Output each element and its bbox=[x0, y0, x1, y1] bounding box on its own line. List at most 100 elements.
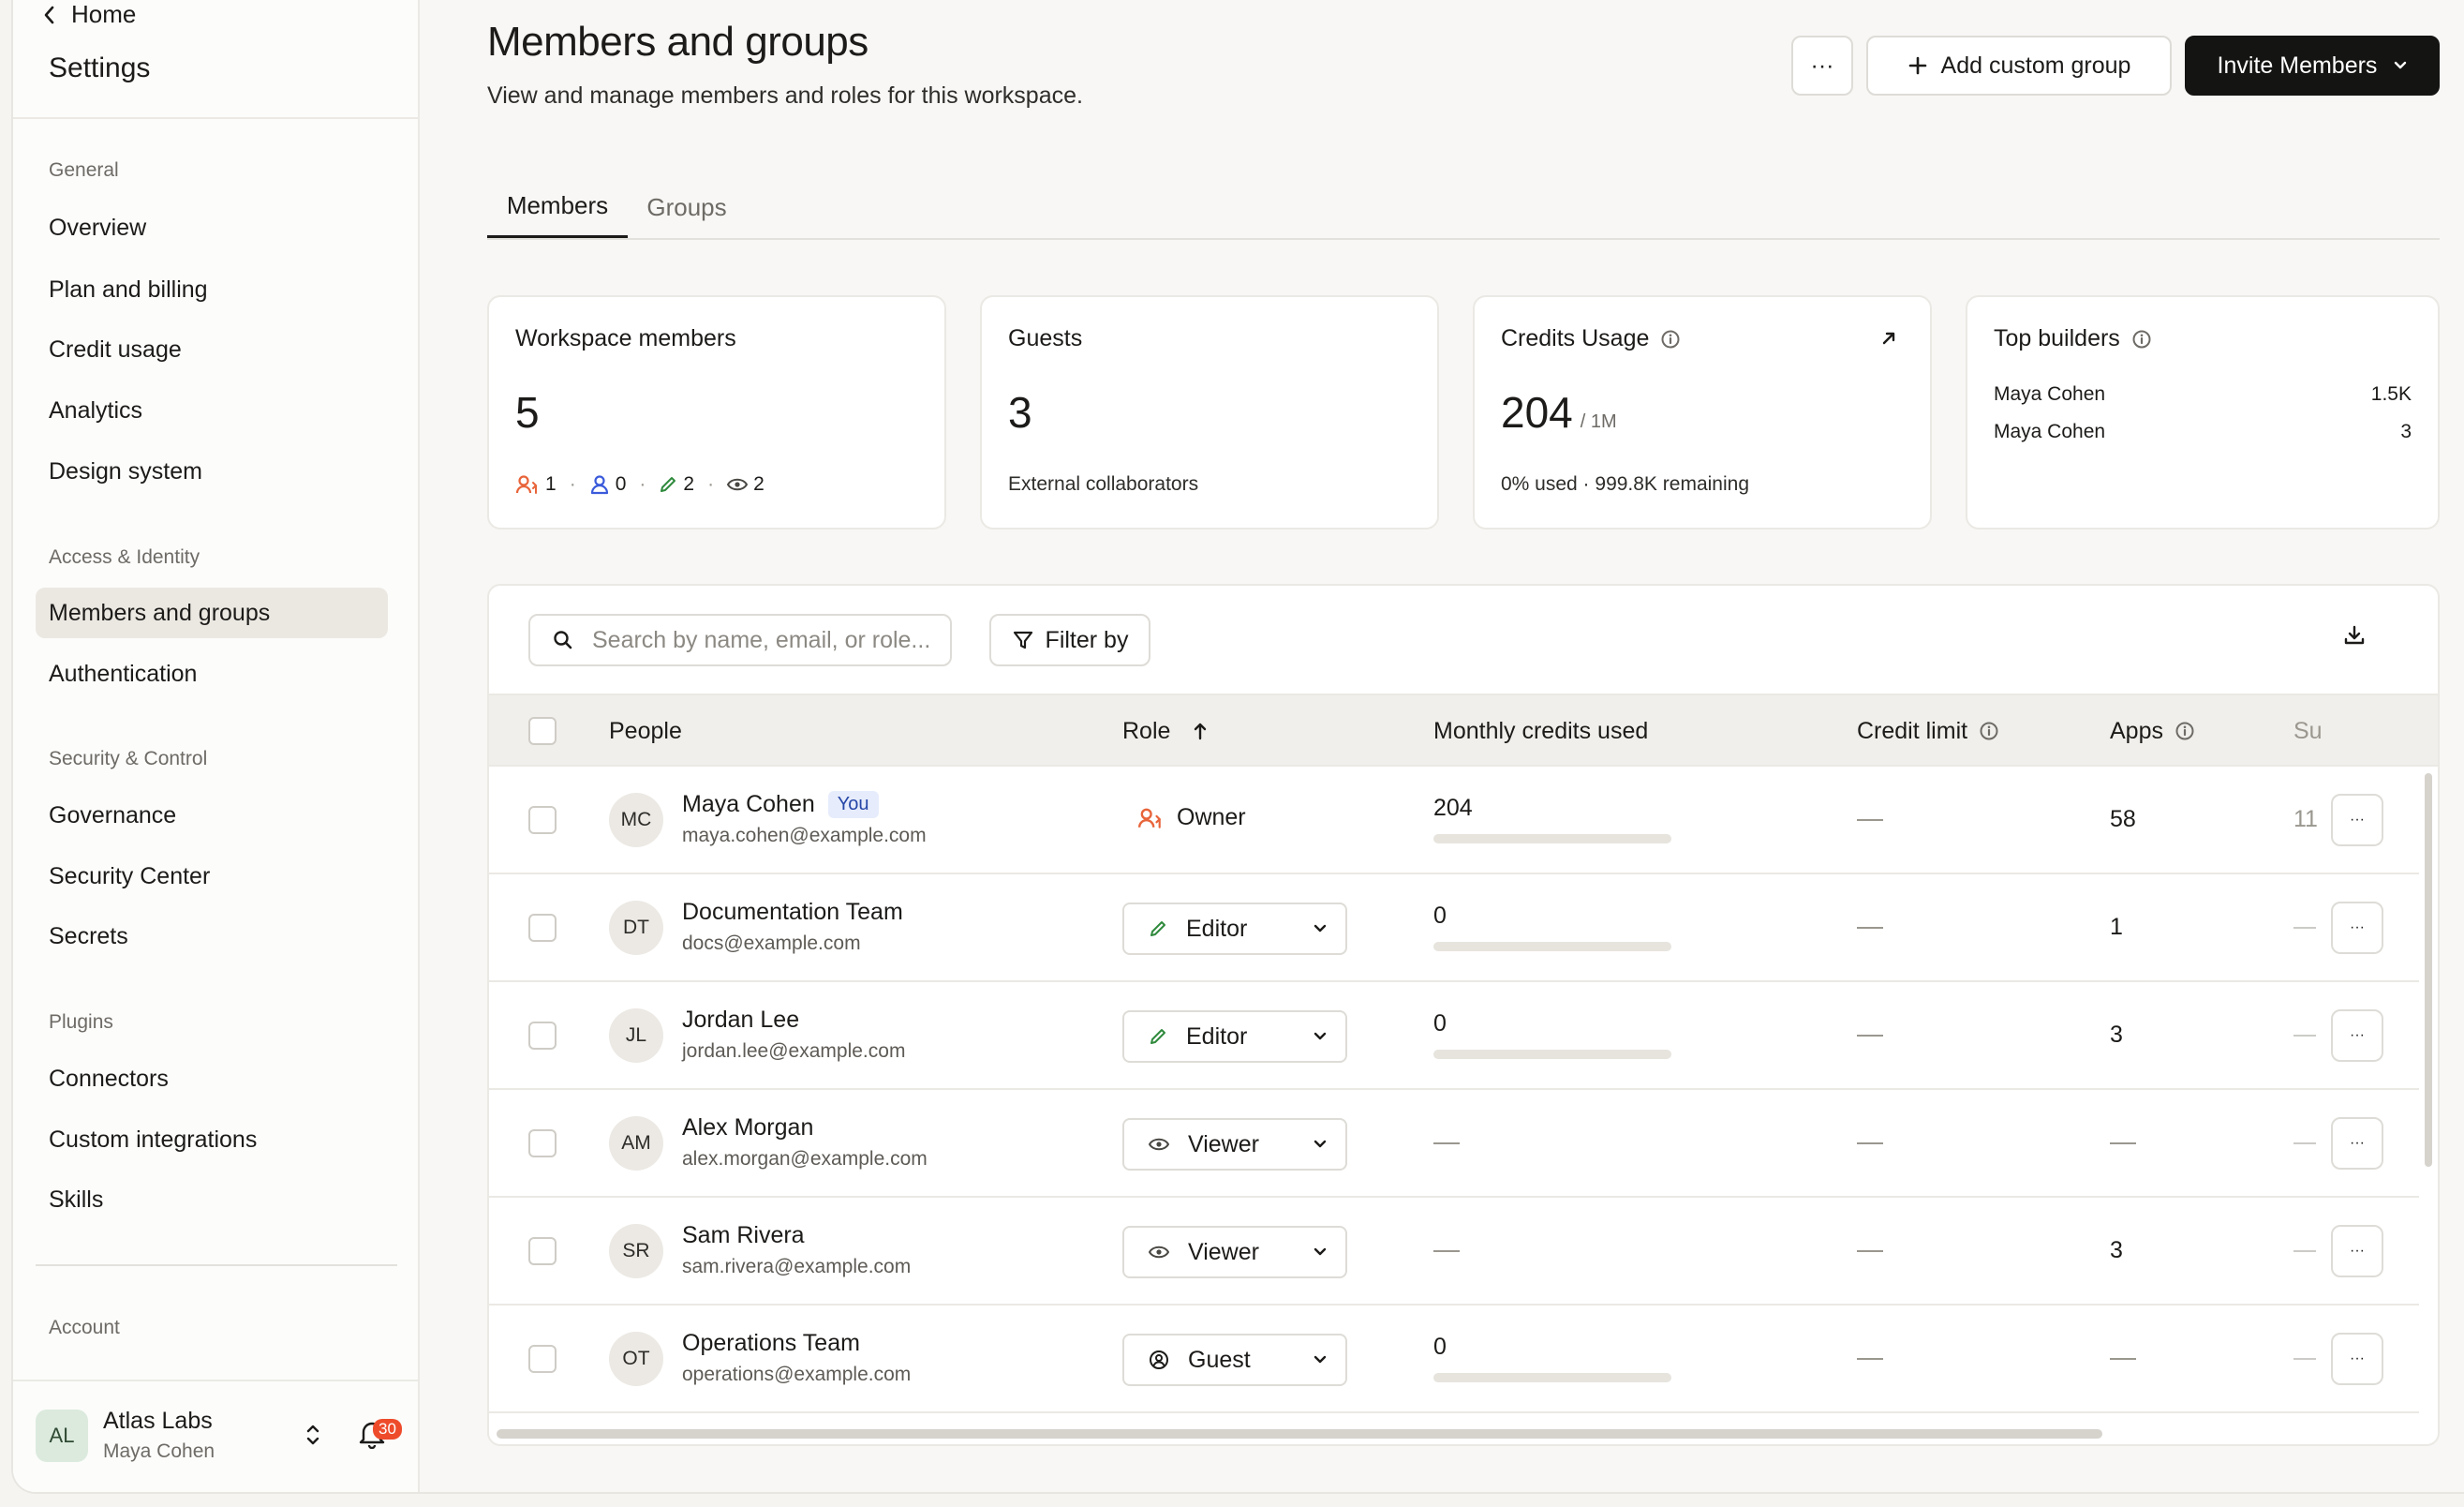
admin-count: 0 bbox=[615, 473, 627, 495]
invite-members-button[interactable]: Invite Members bbox=[2185, 36, 2440, 96]
table-row[interactable]: JL Jordan Lee jordan.lee@example.com Edi… bbox=[489, 982, 2419, 1090]
top-builders-title: Top builders bbox=[1994, 325, 2120, 351]
column-role[interactable]: Role bbox=[1122, 695, 1208, 767]
sidebar-item-secrets[interactable]: Secrets bbox=[36, 911, 388, 962]
credit-limit-empty bbox=[1857, 1250, 1883, 1252]
row-checkbox[interactable] bbox=[528, 806, 557, 834]
table-row[interactable]: OT Operations Team operations@example.co… bbox=[489, 1306, 2419, 1413]
table-header: People Role Monthly credits used Credit … bbox=[489, 694, 2438, 767]
row-more-button[interactable]: ··· bbox=[2331, 794, 2383, 846]
info-icon[interactable] bbox=[2175, 721, 2195, 741]
column-monthly-credits[interactable]: Monthly credits used bbox=[1433, 695, 1648, 767]
credits-used: 0 bbox=[1433, 903, 1447, 929]
sidebar-item-overview[interactable]: Overview bbox=[36, 202, 388, 253]
app-window: Home Settings General Overview Plan and … bbox=[13, 0, 2464, 1492]
person-email: maya.cohen@example.com bbox=[682, 825, 927, 846]
table-row[interactable]: MC Maya Cohen You maya.cohen@example.com… bbox=[489, 767, 2419, 874]
builder-value: 1.5K bbox=[2370, 383, 2412, 405]
home-link[interactable]: Home bbox=[43, 0, 136, 29]
row-checkbox[interactable] bbox=[528, 1345, 557, 1373]
sidebar-item-skills[interactable]: Skills bbox=[36, 1174, 388, 1225]
person-name-row: Maya Cohen You bbox=[682, 791, 879, 818]
chevron-down-icon bbox=[1314, 924, 1327, 933]
apps-empty bbox=[2110, 1142, 2136, 1144]
tab-groups[interactable]: Groups bbox=[635, 176, 738, 238]
info-icon[interactable] bbox=[2131, 329, 2152, 350]
credit-limit-empty bbox=[1857, 1142, 1883, 1144]
row-more-button[interactable]: ··· bbox=[2331, 902, 2383, 954]
builder-row: Maya Cohen 1.5K bbox=[1994, 383, 2412, 406]
sidebar-item-design-system[interactable]: Design system bbox=[36, 446, 388, 497]
credits-usage-card[interactable]: Credits Usage 204 / 1M 0% used · 999.8K r… bbox=[1473, 295, 1932, 530]
horizontal-scrollbar[interactable] bbox=[497, 1429, 2102, 1439]
apps-count: 58 bbox=[2110, 806, 2136, 832]
truncated-value: 11 bbox=[2293, 806, 2318, 832]
sidebar-item-governance[interactable]: Governance bbox=[36, 790, 388, 841]
row-more-button[interactable]: ··· bbox=[2331, 1333, 2383, 1385]
avatar: SR bbox=[609, 1224, 663, 1278]
divider bbox=[36, 1264, 397, 1266]
page-title: Members and groups bbox=[487, 19, 868, 65]
sidebar-item-authentication[interactable]: Authentication bbox=[36, 649, 388, 699]
role-select[interactable]: Viewer bbox=[1122, 1226, 1347, 1278]
sidebar-item-security-center[interactable]: Security Center bbox=[36, 851, 388, 902]
more-options-button[interactable]: ··· bbox=[1791, 36, 1853, 96]
sidebar-item-credit-usage[interactable]: Credit usage bbox=[36, 324, 388, 375]
table-row[interactable]: SR Sam Rivera sam.rivera@example.com Vie… bbox=[489, 1198, 2419, 1306]
search-box[interactable] bbox=[528, 614, 952, 666]
role-select[interactable]: Viewer bbox=[1122, 1118, 1347, 1171]
row-checkbox[interactable] bbox=[528, 1129, 557, 1157]
person-email: jordan.lee@example.com bbox=[682, 1040, 906, 1062]
sidebar-item-members-groups[interactable]: Members and groups bbox=[36, 588, 388, 638]
credit-limit-empty bbox=[1857, 927, 1883, 929]
builder-row: Maya Cohen 3 bbox=[1994, 421, 2412, 443]
row-more-button[interactable]: ··· bbox=[2331, 1009, 2383, 1062]
credits-used: 0 bbox=[1433, 1010, 1447, 1037]
members-count: 5 bbox=[515, 388, 540, 437]
chevron-up-down-icon[interactable] bbox=[305, 1423, 320, 1447]
select-all-checkbox[interactable] bbox=[528, 717, 557, 745]
row-checkbox[interactable] bbox=[528, 1237, 557, 1265]
row-checkbox[interactable] bbox=[528, 914, 557, 942]
page-subtitle: View and manage members and roles for th… bbox=[487, 82, 1083, 109]
tab-members[interactable]: Members bbox=[487, 176, 628, 238]
column-people[interactable]: People bbox=[609, 695, 682, 767]
role-label: Viewer bbox=[1188, 1130, 1259, 1157]
row-more-button[interactable]: ··· bbox=[2331, 1225, 2383, 1277]
separator: · bbox=[707, 473, 715, 495]
vertical-scrollbar[interactable] bbox=[2425, 773, 2432, 1167]
card-title: Credits Usage bbox=[1501, 325, 1681, 352]
sidebar-item-plan-billing[interactable]: Plan and billing bbox=[36, 264, 388, 315]
credits-value: 204 bbox=[1501, 388, 1573, 437]
credits-subtitle: 0% used · 999.8K remaining bbox=[1501, 473, 1749, 495]
workspace-switcher[interactable]: AL Atlas Labs Maya Cohen 30 bbox=[13, 1380, 418, 1492]
sidebar-item-custom-integrations[interactable]: Custom integrations bbox=[36, 1114, 388, 1165]
top-builders-card: Top builders Maya Cohen 1.5K Maya Cohen … bbox=[1966, 295, 2440, 530]
sidebar-item-analytics[interactable]: Analytics bbox=[36, 385, 388, 436]
role-select[interactable]: Guest bbox=[1122, 1334, 1347, 1386]
table-row[interactable]: DT Documentation Team docs@example.com E… bbox=[489, 874, 2419, 982]
row-checkbox[interactable] bbox=[528, 1022, 557, 1050]
column-apps[interactable]: Apps bbox=[2110, 695, 2195, 767]
separator: · bbox=[639, 473, 646, 495]
role-select[interactable]: Editor bbox=[1122, 1010, 1347, 1063]
eye-icon bbox=[1149, 1137, 1169, 1152]
column-credit-limit[interactable]: Credit limit bbox=[1857, 695, 1999, 767]
person-name-row: Alex Morgan bbox=[682, 1114, 813, 1141]
search-input[interactable] bbox=[590, 625, 950, 655]
more-label: ··· bbox=[1810, 52, 1834, 79]
chevron-down-icon bbox=[1314, 1032, 1327, 1041]
row-more-button[interactable]: ··· bbox=[2331, 1117, 2383, 1170]
download-icon[interactable] bbox=[2342, 623, 2367, 648]
settings-title: Settings bbox=[49, 52, 151, 83]
info-icon[interactable] bbox=[1660, 329, 1681, 350]
role-select[interactable]: Editor bbox=[1122, 903, 1347, 955]
arrow-up-right-icon[interactable] bbox=[1879, 329, 1898, 348]
sidebar-item-connectors[interactable]: Connectors bbox=[36, 1053, 388, 1104]
info-icon[interactable] bbox=[1979, 721, 1999, 741]
add-custom-group-button[interactable]: Add custom group bbox=[1866, 36, 2172, 96]
column-truncated[interactable]: Su bbox=[2293, 695, 2323, 767]
more-label: ··· bbox=[2350, 1027, 2365, 1043]
filter-button[interactable]: Filter by bbox=[989, 614, 1150, 666]
table-row[interactable]: AM Alex Morgan alex.morgan@example.com V… bbox=[489, 1090, 2419, 1198]
